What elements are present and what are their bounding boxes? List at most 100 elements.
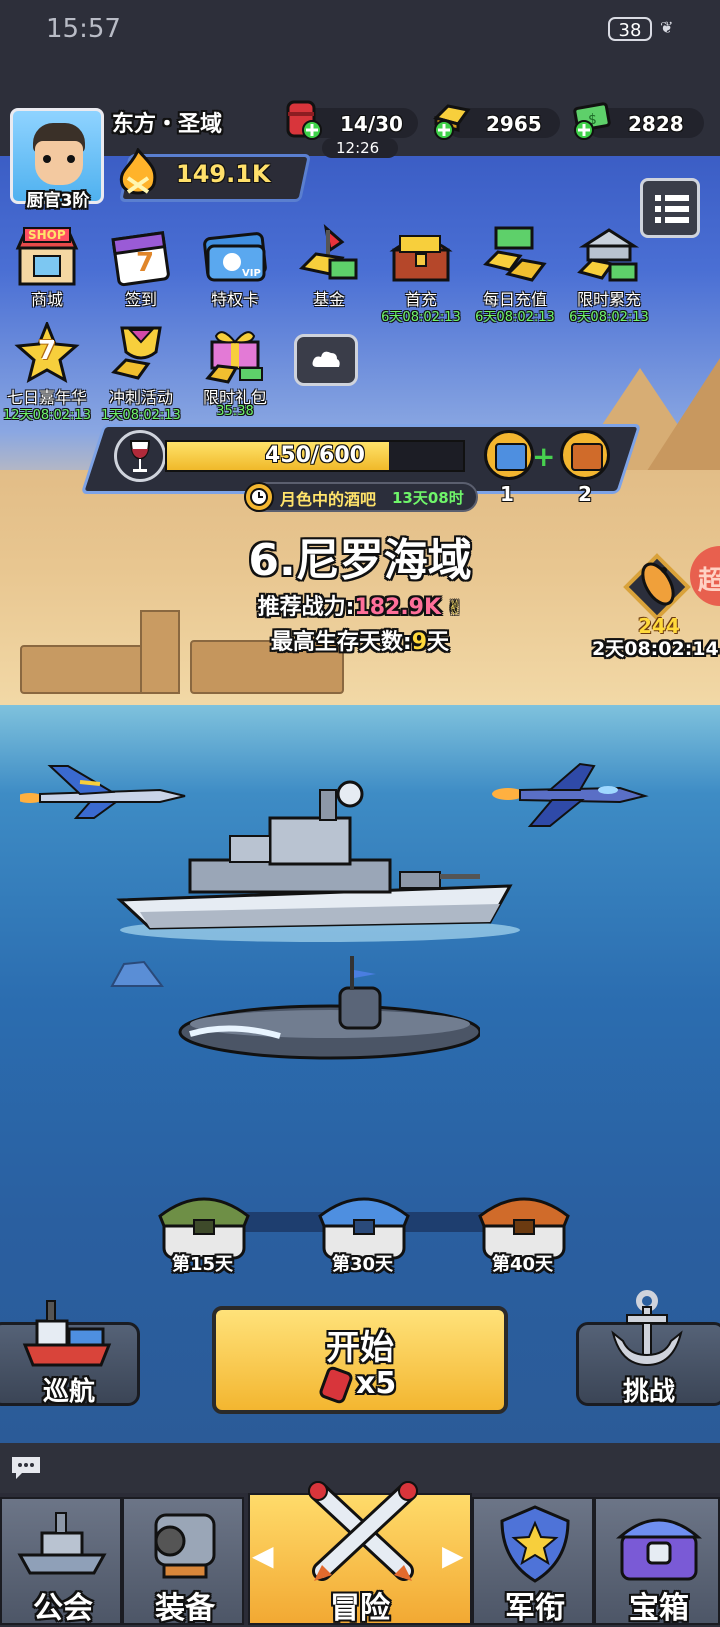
menu-checkin[interactable]: 7 签到 xyxy=(94,222,188,322)
rock xyxy=(110,960,166,988)
best-label: 最高生存天数: xyxy=(270,630,412,655)
menu-seven-day[interactable]: 7 七日嘉年华 12天08:02:13 xyxy=(0,319,94,423)
warship-icon xyxy=(16,1509,108,1579)
menu-limited-recharge-timer: 6天08:02:13 xyxy=(569,310,649,325)
recommended-power: 推荐战力:182.9K ✌ xyxy=(0,589,720,621)
menu-gift-pack-timer: 35:38 xyxy=(216,404,254,419)
start-label: 开始 xyxy=(326,1328,394,1368)
nav-chest[interactable]: 宝箱 xyxy=(594,1497,720,1626)
milestone-chest-40[interactable]: 第40天 xyxy=(470,1186,580,1276)
cash-value: 2828 xyxy=(628,112,684,136)
seven-day-number: 7 xyxy=(38,336,57,366)
menu-limited-recharge[interactable]: 限时累充 6天08:02:13 xyxy=(562,222,656,325)
side-event-timer: 2天08:02:14 xyxy=(592,638,719,660)
vault-icon xyxy=(576,224,642,286)
gold-value: 2965 xyxy=(486,112,542,136)
nav-equipment[interactable]: 装备 xyxy=(122,1497,244,1626)
event-chest-1-count: 1 xyxy=(500,482,514,506)
recommend-label: 推荐战力: xyxy=(257,595,355,620)
treasure-chest-icon xyxy=(388,224,454,286)
player-power: 149.1K xyxy=(176,160,271,188)
side-event-button[interactable]: 244 xyxy=(616,552,700,638)
menu-shop-label: 商城 xyxy=(30,290,63,309)
seven-day-star-icon: 7 xyxy=(14,319,80,384)
chest-icon xyxy=(614,1505,704,1585)
stage-title: 6.尼罗海域 xyxy=(248,535,472,586)
nav-rank-label: 军衔 xyxy=(505,1591,565,1626)
cargo-ship-icon xyxy=(21,1293,113,1373)
nav-equipment-label: 装备 xyxy=(155,1591,215,1626)
left-arrow-icon[interactable]: ◀ xyxy=(252,1539,274,1572)
nav-guild-label: 公会 xyxy=(33,1591,93,1626)
clock-icon xyxy=(244,482,274,512)
list-icon xyxy=(655,193,689,225)
menu-daily-recharge[interactable]: 每日充值 6天08:02:13 xyxy=(468,222,562,325)
menu-vip-label: 特权卡 xyxy=(210,290,259,309)
fish-icon xyxy=(622,552,692,622)
menu-vip-card[interactable]: VIP 特权卡 xyxy=(188,222,282,322)
menu-fund[interactable]: 基金 xyxy=(282,222,376,322)
shop-badge: SHOP xyxy=(28,228,66,242)
event-chest-2-count: 2 xyxy=(578,482,592,506)
crossed-missiles-icon xyxy=(308,1481,418,1587)
event-time-left: 13天08时 xyxy=(392,489,464,507)
cash-icon: $ xyxy=(570,98,614,142)
sprint-trophy-icon xyxy=(108,322,174,384)
best-value: 9 xyxy=(411,630,428,655)
thumbs-up-icon: ✌ xyxy=(441,598,463,619)
chat-icon[interactable] xyxy=(10,1455,42,1481)
calendar-day: 7 xyxy=(136,248,155,278)
flame-power-icon xyxy=(114,147,162,200)
menu-shop[interactable]: SHOP 商城 xyxy=(0,222,94,322)
recommend-value: 182.9K xyxy=(354,595,442,620)
turret-icon xyxy=(142,1505,228,1581)
fuel-value: 14/30 xyxy=(340,112,403,136)
player-rank: 厨官3阶 xyxy=(26,191,90,211)
anchor-icon xyxy=(607,1289,687,1373)
cruise-label: 巡航 xyxy=(43,1377,96,1407)
menu-fund-label: 基金 xyxy=(312,290,345,309)
fuel-cost-icon xyxy=(318,1364,354,1404)
start-cost: x5 xyxy=(356,1366,397,1401)
shop-icon: SHOP xyxy=(14,226,80,288)
best-unit: 天 xyxy=(427,630,450,655)
vip-card-icon: VIP xyxy=(202,228,268,290)
menu-sprint[interactable]: 冲刺活动 1天08:02:13 xyxy=(94,322,188,423)
event-chest-2[interactable] xyxy=(560,430,610,480)
wine-glass-icon xyxy=(114,430,166,482)
gift-box-icon xyxy=(202,322,268,384)
nav-adventure[interactable]: ◀ ▶ 冒险 xyxy=(248,1481,472,1626)
blue-chest-icon xyxy=(495,443,527,471)
milestone-chest-30[interactable]: 第30天 xyxy=(310,1186,420,1276)
side-event-edge-label: 超 xyxy=(698,566,720,596)
gold-pile-icon xyxy=(482,224,548,286)
vip-badge: VIP xyxy=(242,268,261,279)
menu-checkin-label: 签到 xyxy=(124,290,157,309)
player-name: 东方・圣域 xyxy=(112,112,223,137)
challenge-button[interactable]: 挑战 xyxy=(576,1290,720,1407)
fuel-timer: 12:26 xyxy=(336,139,380,157)
cruise-button[interactable]: 巡航 xyxy=(0,1300,140,1407)
orange-chest-icon xyxy=(571,443,603,471)
cloud-icon xyxy=(311,349,341,369)
gold-bars-icon xyxy=(430,98,474,142)
right-arrow-icon[interactable]: ▶ xyxy=(442,1539,464,1572)
start-button[interactable]: 开始 x5 xyxy=(212,1306,508,1414)
milestone-40-label: 第40天 xyxy=(492,1254,554,1275)
milestone-chest-15[interactable]: 第15天 xyxy=(150,1186,260,1276)
menu-gift-pack[interactable]: 限时礼包 35:38 xyxy=(188,322,282,422)
nav-rank[interactable]: 军衔 xyxy=(472,1497,594,1626)
event-name: 月色中的酒吧 xyxy=(280,490,377,509)
destroyer-ship xyxy=(110,780,530,950)
fuel-barrel-icon xyxy=(282,98,324,142)
rank-badge-icon xyxy=(494,1503,576,1585)
event-chest-1[interactable] xyxy=(484,430,534,480)
collapse-menu-button[interactable] xyxy=(294,334,358,386)
submarine xyxy=(170,952,482,1072)
challenge-label: 挑战 xyxy=(623,1377,676,1407)
fund-icon xyxy=(296,224,362,286)
event-progress-text: 450/600 xyxy=(265,443,365,468)
plus-icon: + xyxy=(532,440,556,473)
menu-first-recharge[interactable]: 首充 6天08:02:13 xyxy=(374,222,468,325)
nav-guild[interactable]: 公会 xyxy=(0,1497,122,1626)
